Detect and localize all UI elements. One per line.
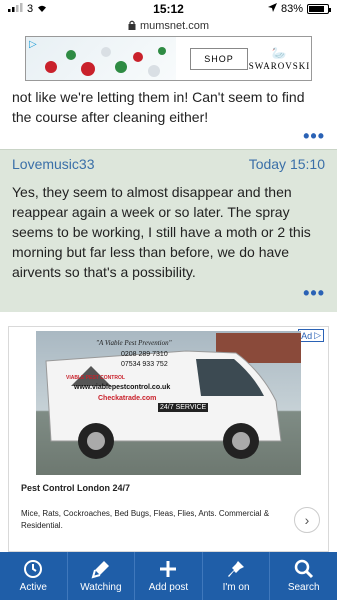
previous-post-actions: ••• — [0, 127, 337, 149]
brand-name: SWAROVSKI — [248, 61, 311, 71]
ad-info-icon: ▷ — [314, 330, 321, 340]
previous-post-text: not like we're letting them in! Can't se… — [12, 89, 305, 125]
more-options-icon[interactable]: ••• — [303, 284, 325, 302]
search-icon — [294, 559, 313, 579]
nav-watching-label: Watching — [80, 582, 122, 593]
post-header: Lovemusic33 Today 15:10 — [12, 156, 325, 172]
nav-im-on[interactable]: I'm on — [203, 552, 271, 600]
nav-add-post[interactable]: Add post — [135, 552, 203, 600]
brand-logo: 🦢 SWAROVSKI — [248, 46, 311, 71]
shop-button[interactable]: SHOP — [190, 47, 248, 70]
van-phone-1: 0208 289 7310 — [121, 351, 168, 358]
chevron-right-icon[interactable]: › — [294, 507, 320, 533]
swan-icon: 🦢 — [271, 46, 288, 60]
ad-title[interactable]: Pest Control London 24/7 — [9, 475, 328, 493]
post-author[interactable]: Lovemusic33 — [12, 156, 95, 172]
plus-icon — [160, 561, 177, 577]
van-checkatrade: Checkatrade.com — [98, 395, 157, 402]
nav-add-post-label: Add post — [148, 582, 189, 593]
van-phone-2: 07534 933 752 — [121, 361, 168, 368]
van-slogan: "A Viable Pest Prevention" — [96, 339, 172, 347]
post-body: Yes, they seem to almost disappear and t… — [12, 184, 311, 280]
more-options-icon[interactable]: ••• — [303, 127, 325, 145]
signal-icon — [8, 3, 24, 15]
van-image[interactable]: "A Viable Pest Prevention" VIABLE PEST C… — [36, 331, 301, 475]
pest-control-ad[interactable]: Ad ▷ "A Viable Pest Prevention" VIABLE P… — [8, 326, 329, 552]
post-actions: ••• — [12, 282, 325, 302]
nav-active-label: Active — [19, 582, 47, 593]
lock-icon — [128, 20, 136, 33]
post: Lovemusic33 Today 15:10 Yes, they seem t… — [0, 149, 337, 312]
page-content: ▷ SHOP 🦢 SWAROVSKI not like we're lettin… — [0, 34, 337, 600]
bottom-nav: Active Watching Add post I'm on Search — [0, 552, 337, 600]
pin-icon — [228, 561, 245, 577]
status-left: 3 — [8, 3, 48, 15]
nav-watching[interactable]: Watching — [68, 552, 136, 600]
ad-desc-row: Mice, Rats, Cockroaches, Bed Bugs, Fleas… — [9, 493, 328, 533]
swarovski-ad-banner[interactable]: ▷ SHOP 🦢 SWAROVSKI — [25, 36, 312, 81]
nav-active[interactable]: Active — [0, 552, 68, 600]
ornaments-image — [45, 47, 166, 77]
ad-description: Mice, Rats, Cockroaches, Bed Bugs, Fleas… — [21, 509, 270, 530]
van-service: 24/7 SERVICE — [158, 403, 209, 412]
nav-im-on-label: I'm on — [222, 582, 250, 593]
nav-search-label: Search — [287, 582, 320, 593]
clock-icon — [24, 560, 43, 578]
flashlight-icon — [91, 561, 109, 579]
battery-fill — [309, 6, 324, 12]
wifi-icon — [36, 3, 48, 15]
status-bar: 3 15:12 83% — [0, 0, 337, 18]
ad-tag-label: Ad — [301, 330, 313, 341]
van-website: www.viablepestcontrol.co.uk — [74, 384, 171, 391]
van-logo-text: VIABLE PEST CONTROL — [66, 375, 125, 381]
carrier-label: 3 — [27, 3, 34, 15]
nav-search[interactable]: Search — [270, 552, 337, 600]
url-text: mumsnet.com — [139, 20, 210, 32]
battery-percent: 83% — [280, 3, 303, 15]
url-bar[interactable]: mumsnet.com — [0, 18, 337, 34]
location-icon — [267, 3, 277, 15]
battery-icon — [307, 4, 331, 14]
ad-image: ▷ — [26, 37, 176, 80]
status-right: 83% — [267, 3, 331, 15]
post-timestamp: Today 15:10 — [248, 156, 325, 172]
ad-tag[interactable]: Ad ▷ — [298, 329, 324, 342]
